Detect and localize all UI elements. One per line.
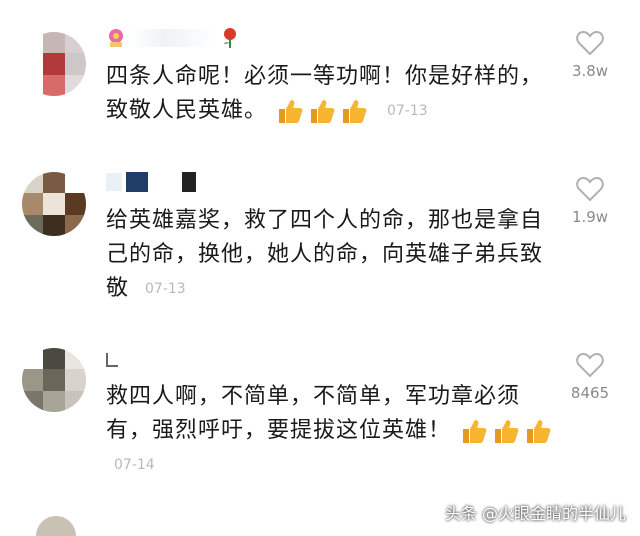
comment-body: 救四人啊，不简单，不简单，军功章必须有，强烈呼吁，要提拔这位英雄！ — [106, 384, 521, 443]
heart-icon — [576, 176, 604, 202]
like-button[interactable]: 8465 — [560, 352, 620, 402]
comment-date: 07-14 — [114, 457, 155, 473]
heart-icon — [576, 30, 604, 56]
heart-icon — [576, 352, 604, 378]
username[interactable] — [106, 348, 118, 372]
username-blur — [106, 353, 118, 367]
username-blur — [106, 173, 122, 191]
like-count: 1.9w — [571, 208, 609, 226]
avatar[interactable] — [36, 516, 76, 536]
thumbs-up-emoji-icon — [527, 420, 551, 443]
thumbs-up-emoji-icon — [343, 100, 367, 123]
comment-text: 给英雄嘉奖，救了四个人的命，那也是拿自己的命，换他，她人的命，向英雄子弟兵致敬 … — [106, 204, 556, 306]
username[interactable] — [106, 26, 240, 50]
watermark: 头条 @火眼金睛的半仙儿 — [444, 504, 626, 523]
thumbs-up-emoji-icon — [463, 420, 487, 443]
thumbs-up-emoji-icon — [311, 100, 335, 123]
comment-text: 救四人啊，不简单，不简单，军功章必须有，强烈呼吁，要提拔这位英雄！ 07-14 — [106, 380, 556, 482]
comment-text: 四条人命呢！必须一等功啊！你是好样的，致敬人民英雄。 07-13 — [106, 60, 556, 128]
rose-icon — [224, 28, 236, 48]
thumbs-up-emoji-icon — [279, 100, 303, 123]
avatar[interactable] — [22, 32, 86, 96]
username[interactable] — [106, 170, 196, 194]
comment-date: 07-13 — [387, 103, 428, 119]
thumbs-up-emoji-icon — [495, 420, 519, 443]
like-count: 8465 — [570, 384, 610, 402]
comment-date: 07-13 — [145, 281, 186, 297]
username-blur — [130, 29, 216, 47]
username-blur — [152, 173, 178, 191]
like-button[interactable]: 3.8w — [560, 30, 620, 80]
like-button[interactable]: 1.9w — [560, 176, 620, 226]
like-count: 3.8w — [571, 62, 609, 80]
username-blur — [182, 172, 196, 192]
flower-badge-icon — [109, 29, 123, 47]
avatar[interactable] — [22, 348, 86, 412]
avatar[interactable] — [22, 172, 86, 236]
username-blur — [126, 172, 148, 192]
